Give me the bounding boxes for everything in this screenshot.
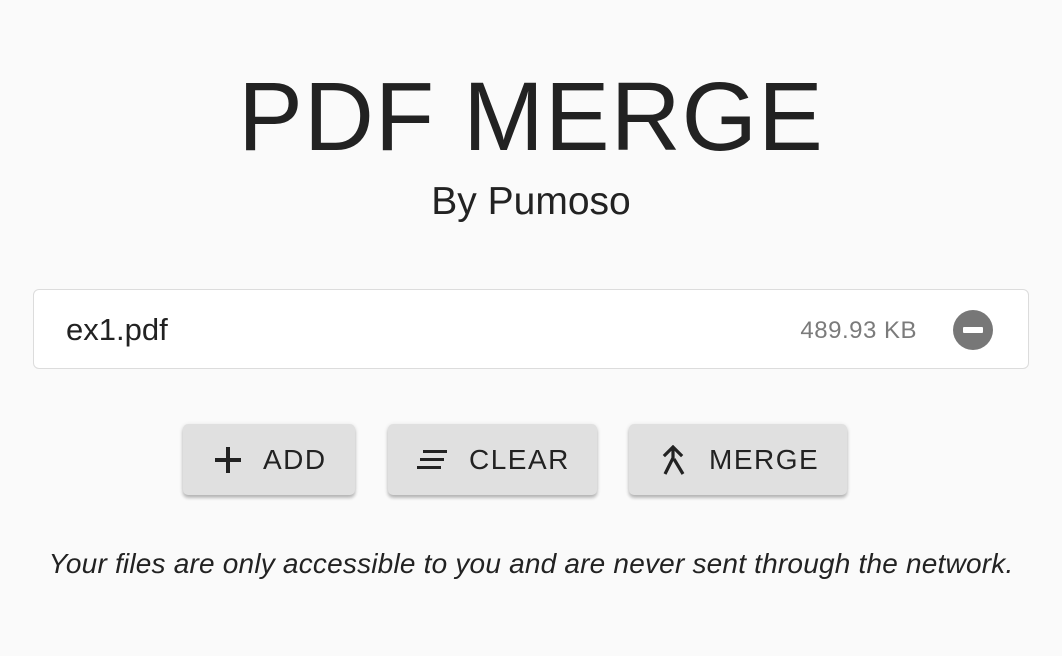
merge-button[interactable]: MERGE (629, 424, 847, 495)
add-button[interactable]: ADD (183, 424, 355, 495)
clear-button-label: CLEAR (469, 443, 570, 475)
pdf-merge-page: PDF MERGE By Pumoso ex1.pdf 489.93 KB AD… (0, 0, 1062, 656)
remove-file-button[interactable] (953, 310, 993, 350)
add-button-label: ADD (263, 443, 327, 475)
privacy-note: Your files are only accessible to you an… (48, 548, 1014, 579)
plus-icon (215, 446, 241, 473)
merge-button-label: MERGE (709, 443, 820, 475)
remove-circle-icon (963, 327, 983, 333)
file-name: ex1.pdf (66, 312, 168, 347)
merge-icon (661, 444, 687, 475)
page-subtitle: By Pumoso (431, 180, 631, 223)
page-title: PDF MERGE (238, 62, 824, 171)
file-list-item: ex1.pdf 489.93 KB (34, 290, 1028, 368)
file-list: ex1.pdf 489.93 KB (33, 289, 1029, 369)
clear-all-icon (417, 449, 447, 470)
clear-button[interactable]: CLEAR (388, 424, 597, 495)
file-size: 489.93 KB (800, 317, 917, 344)
